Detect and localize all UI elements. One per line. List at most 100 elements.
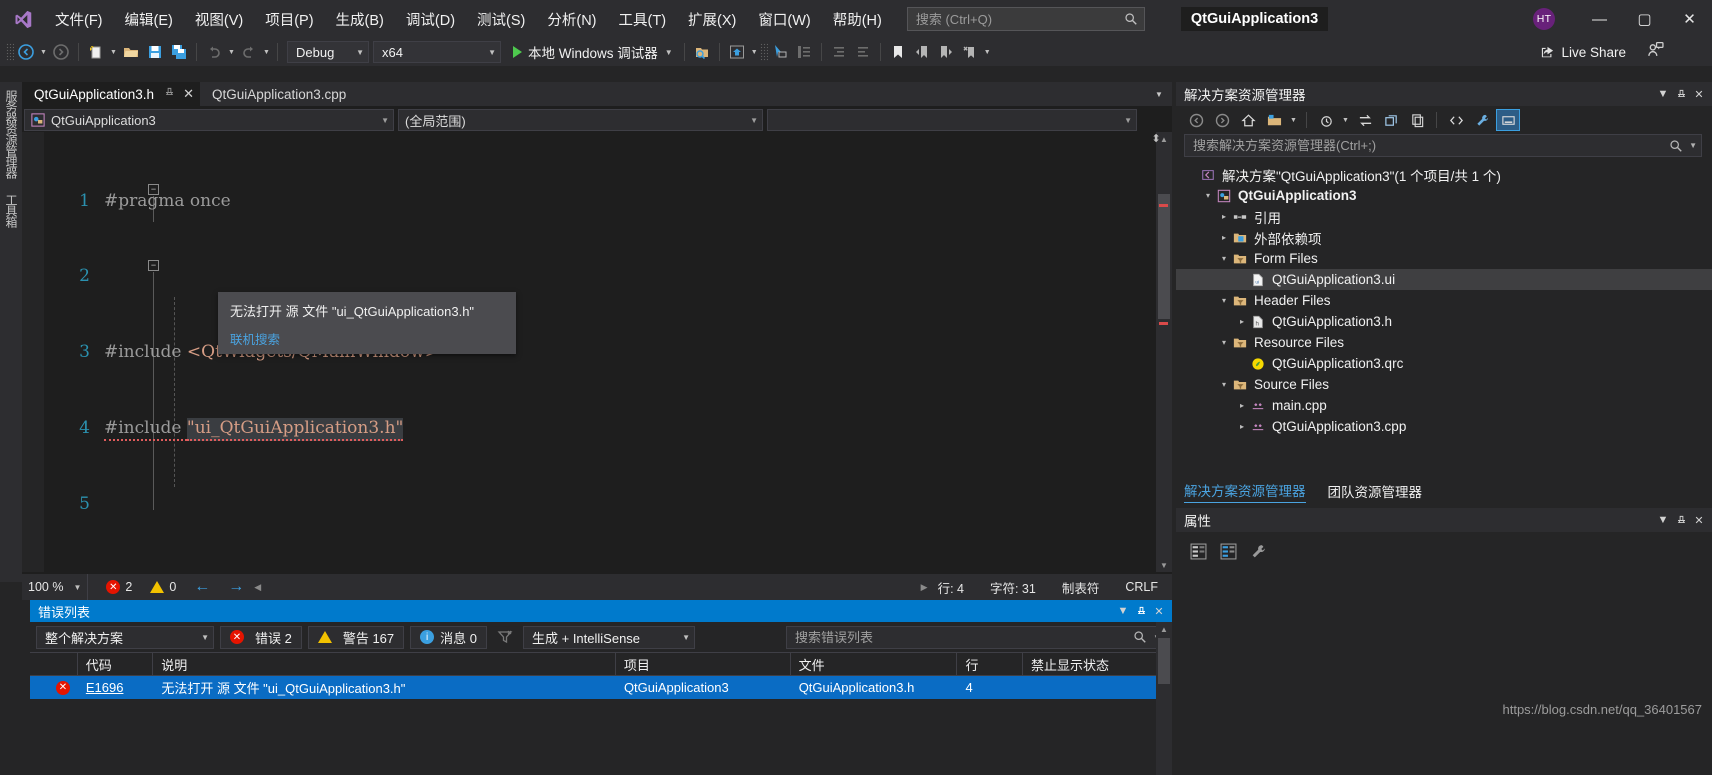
live-share-button[interactable]: Live Share <box>1540 38 1626 66</box>
new-item-dropdown-icon[interactable]: ▼ <box>108 41 119 63</box>
open-folder-icon[interactable] <box>119 41 143 63</box>
minimize-button[interactable]: — <box>1577 0 1622 38</box>
navigation-extra-combo[interactable]: ▼ <box>767 109 1137 131</box>
zoom-control[interactable]: 100 % ▼ <box>22 574 89 600</box>
toolbar-grip[interactable] <box>6 43 14 61</box>
chevron-down-icon[interactable]: ▼ <box>1689 141 1697 150</box>
warning-count-indicator[interactable]: 0 <box>150 580 176 594</box>
avatar[interactable]: HT <box>1533 8 1555 30</box>
twisty[interactable]: ▾ <box>1216 296 1232 305</box>
pin-icon[interactable] <box>1132 601 1150 621</box>
chevron-down-icon[interactable]: ▼ <box>665 48 673 57</box>
close-icon[interactable]: ✕ <box>183 86 194 102</box>
column-suppression-state[interactable]: 禁止显示状态 <box>1023 652 1172 676</box>
collapse-all-icon[interactable] <box>1405 109 1429 131</box>
redo-dropdown-icon[interactable]: ▼ <box>261 41 272 63</box>
pin-icon[interactable] <box>1672 84 1690 104</box>
forward-icon[interactable] <box>1210 109 1234 131</box>
tab-qtguiapplication3-cpp[interactable]: QtGuiApplication3.cpp <box>200 82 352 106</box>
tab-solution-explorer[interactable]: 解决方案资源管理器 <box>1184 480 1306 503</box>
quick-launch-input[interactable] <box>915 11 1124 27</box>
scope-filter-combo[interactable]: 整个解决方案 ▼ <box>36 625 214 649</box>
tree-node-qtguiapplication3-qrc[interactable]: QtGuiApplication3.qrc <box>1176 353 1712 374</box>
navigation-type-combo[interactable]: QtGuiApplication3 ▼ <box>24 109 394 131</box>
menu-build[interactable]: 生成(B) <box>325 6 395 32</box>
close-icon[interactable]: ✕ <box>1690 84 1708 104</box>
outdent-icon[interactable] <box>851 41 875 63</box>
save-icon[interactable] <box>143 41 167 63</box>
tooltip-search-online-link[interactable]: 联机搜索 <box>230 329 280 348</box>
server-explorer-tab[interactable]: 服务器资源管理器 <box>0 82 23 186</box>
twisty[interactable]: ▸ <box>1234 422 1250 431</box>
tree-node-main-cpp[interactable]: ▸ main.cpp <box>1176 395 1712 416</box>
solution-home-icon[interactable] <box>725 41 749 63</box>
navigate-back-icon[interactable] <box>14 41 38 63</box>
tree-node-form-files[interactable]: ▾ Form Files <box>1176 248 1712 269</box>
solution-platform-combo[interactable]: x64 ▼ <box>373 41 501 63</box>
tab-team-explorer[interactable]: 团队资源管理器 <box>1328 481 1423 501</box>
clear-bookmarks-icon[interactable] <box>958 41 982 63</box>
toolbar-grip-2[interactable] <box>759 43 768 61</box>
tree-node-resource-files[interactable]: ▾ Resource Files <box>1176 332 1712 353</box>
toolbox-tab[interactable]: 工具箱 <box>0 186 23 235</box>
table-row-partial[interactable] <box>30 699 1172 721</box>
solution-explorer-search[interactable]: ▼ <box>1184 134 1702 157</box>
menu-edit[interactable]: 编辑(E) <box>114 6 184 32</box>
twisty[interactable]: ▾ <box>1216 338 1232 347</box>
refresh-icon[interactable] <box>1379 109 1403 131</box>
show-all-files-icon[interactable] <box>1262 109 1286 131</box>
error-marker[interactable] <box>1159 204 1168 207</box>
categorized-icon[interactable] <box>1186 540 1210 562</box>
wrench-icon[interactable] <box>1470 109 1494 131</box>
scroll-up-icon[interactable]: ▲ <box>1156 622 1172 636</box>
home-icon[interactable] <box>1236 109 1260 131</box>
column-line[interactable]: 行 <box>957 652 1024 676</box>
alphabetical-icon[interactable] <box>1216 540 1240 562</box>
build-filter-combo[interactable]: 生成 + IntelliSense ▼ <box>523 625 695 649</box>
error-marker-2[interactable] <box>1159 322 1168 325</box>
menu-extensions[interactable]: 扩展(X) <box>677 6 747 32</box>
filter-icon[interactable] <box>493 626 517 648</box>
column-file[interactable]: 文件 <box>791 652 958 676</box>
hscroll-right-icon[interactable]: ▶ <box>921 582 928 593</box>
column-description[interactable]: 说明 <box>153 652 616 676</box>
tree-node-references[interactable]: ▸ 引用 <box>1176 206 1712 227</box>
chevron-down-icon[interactable]: ▼ <box>1654 84 1672 104</box>
error-list-search[interactable]: ▼ <box>786 625 1166 649</box>
errors-filter-button[interactable]: ✕ 错误 2 <box>220 625 302 649</box>
chevron-down-icon[interactable]: ▼ <box>1654 510 1672 530</box>
twisty[interactable]: ▾ <box>1216 254 1232 263</box>
close-icon[interactable]: ✕ <box>1150 601 1168 621</box>
navigation-member-combo[interactable]: (全局范围) ▼ <box>398 109 763 131</box>
tree-node-qtguiapplication3-ui[interactable]: ui QtGuiApplication3.ui <box>1176 269 1712 290</box>
properties-wrench-icon[interactable] <box>1246 540 1270 562</box>
twisty[interactable]: ▸ <box>1234 317 1250 326</box>
chevron-down-icon[interactable]: ▼ <box>1288 109 1299 131</box>
tree-node-external-dependencies[interactable]: ▸ 外部依赖项 <box>1176 227 1712 248</box>
messages-filter-button[interactable]: i 消息 0 <box>410 625 487 649</box>
solution-configuration-combo[interactable]: Debug ▼ <box>287 41 369 63</box>
editor-vertical-scrollbar[interactable]: ▲ ▼ <box>1156 132 1172 572</box>
tree-node-qtguiapplication3-h[interactable]: ▸ h QtGuiApplication3.h <box>1176 311 1712 332</box>
menu-debug[interactable]: 调试(D) <box>395 6 466 32</box>
pointer-select-icon[interactable] <box>768 41 792 63</box>
chevron-down-icon[interactable]: ▼ <box>73 583 81 592</box>
comment-icon[interactable] <box>792 41 816 63</box>
pin-icon[interactable] <box>1672 510 1690 530</box>
tree-node-source-files[interactable]: ▾ Source Files <box>1176 374 1712 395</box>
previous-bookmark-icon[interactable] <box>910 41 934 63</box>
start-debugging-button[interactable]: 本地 Windows 调试器 ▼ <box>507 41 679 63</box>
scrollbar-thumb[interactable] <box>1158 194 1170 319</box>
navigate-forward-icon[interactable] <box>49 41 73 63</box>
code-view-icon[interactable] <box>1444 109 1468 131</box>
menu-tools[interactable]: 工具(T) <box>608 6 678 32</box>
column-severity[interactable] <box>30 652 78 676</box>
code-editor-surface[interactable]: − − 1 #pragma once 2 3 #include <QtWidge… <box>22 132 1172 572</box>
error-list-vertical-scrollbar[interactable]: ▲ <box>1156 622 1172 775</box>
menu-help[interactable]: 帮助(H) <box>822 6 893 32</box>
split-view-handle[interactable]: ⬍ <box>1148 132 1164 148</box>
tree-node-qtguiapplication3-cpp[interactable]: ▸ QtGuiApplication3.cpp <box>1176 416 1712 437</box>
indent-icon[interactable] <box>827 41 851 63</box>
arrow-right-icon[interactable]: → <box>228 578 244 596</box>
close-icon[interactable]: ✕ <box>1690 510 1708 530</box>
